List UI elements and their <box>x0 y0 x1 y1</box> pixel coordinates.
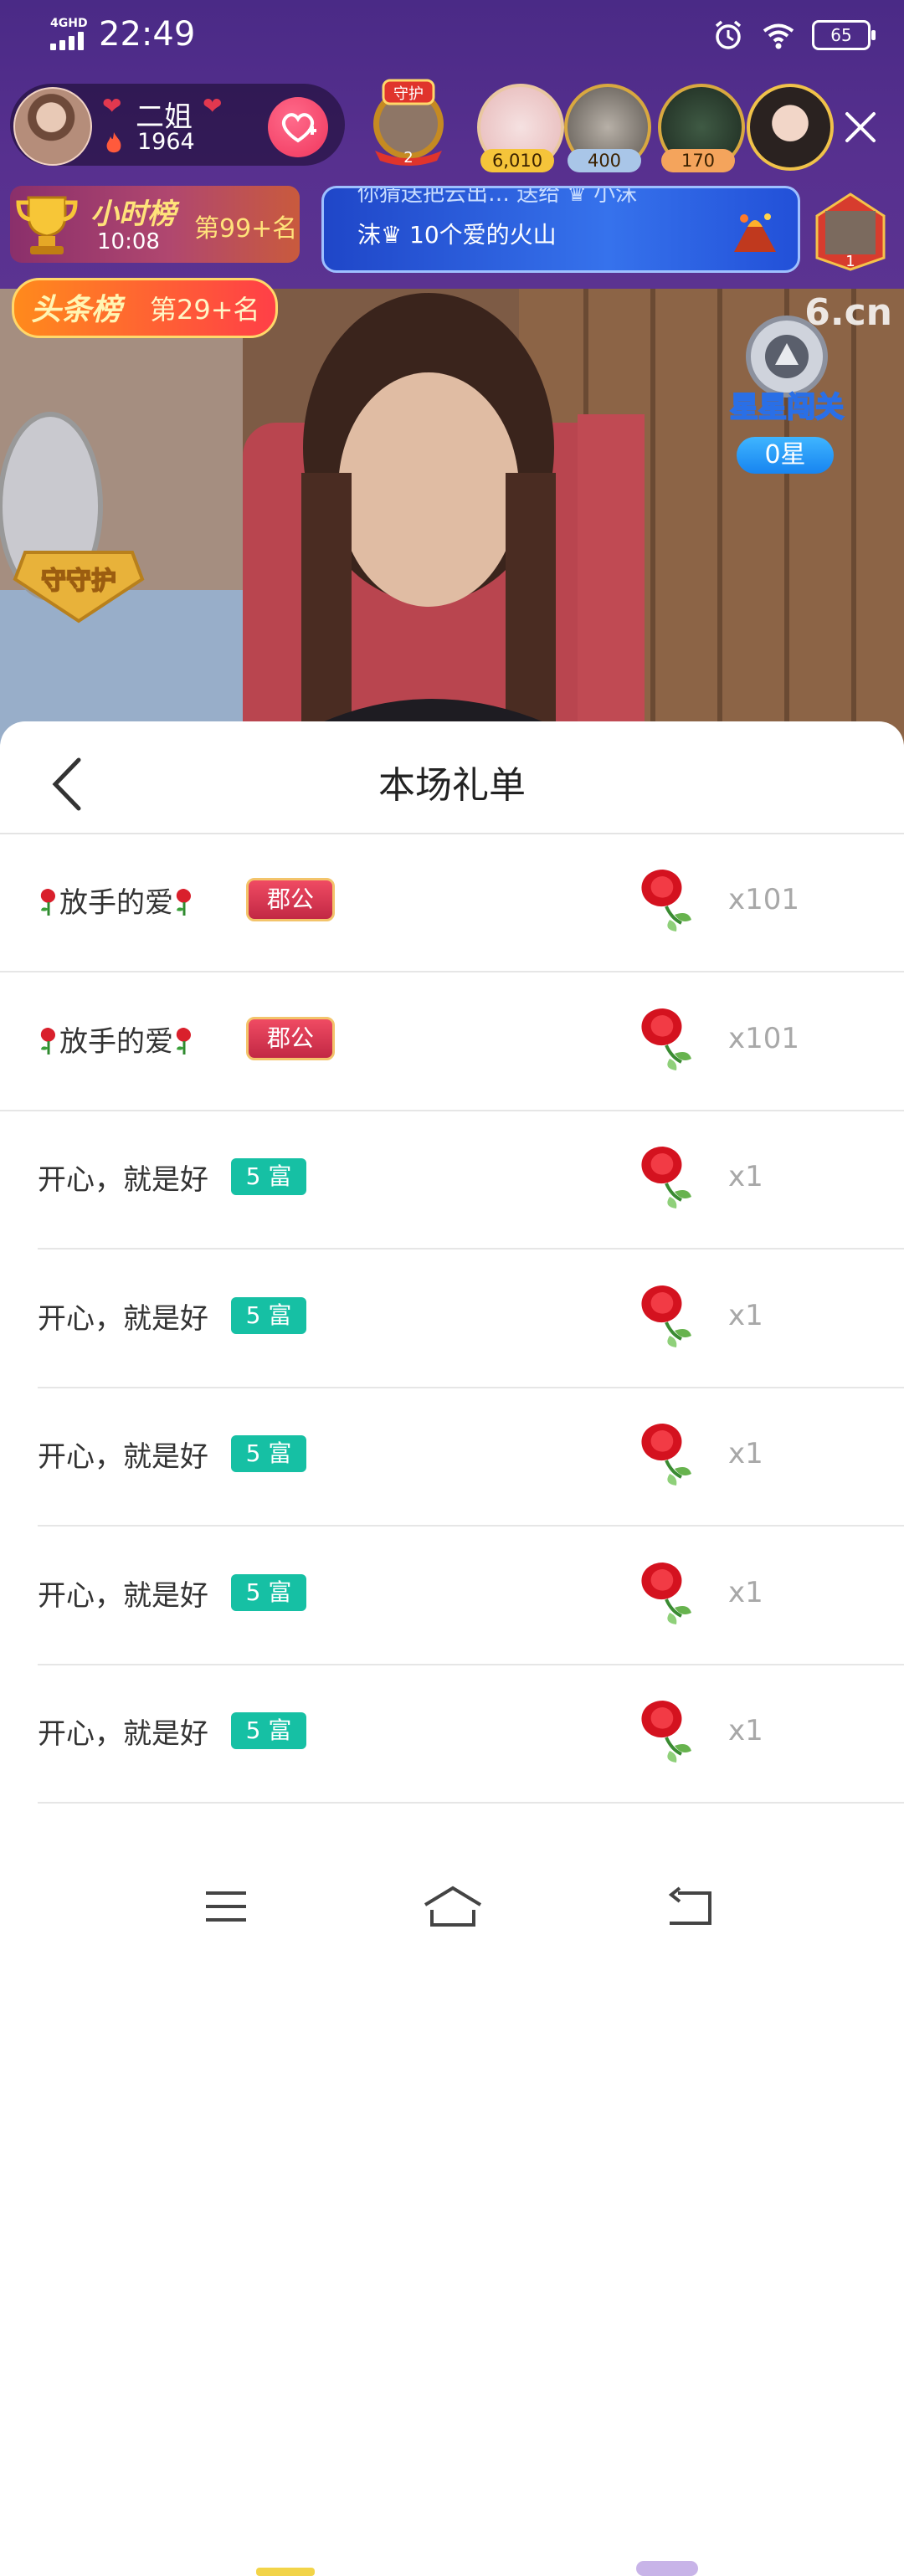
sheet-title: 本场礼单 <box>378 764 526 807</box>
rose-gift-icon <box>629 1419 696 1489</box>
close-icon[interactable] <box>835 102 886 152</box>
sender-name-text: 放手的爱 <box>59 886 173 920</box>
sender-name-text: 开心，就是好 <box>38 1301 208 1336</box>
hour-rank-time: 10:08 <box>97 229 160 254</box>
rose-gift-icon <box>629 865 696 935</box>
system-navigation-bar <box>0 1853 904 1958</box>
wealth-level-badge: 5 富 <box>231 1573 306 1611</box>
sender-name: 放手的爱 <box>38 1019 195 1060</box>
heart-deco-icon: ❤ <box>203 92 223 120</box>
trophy-icon <box>16 196 78 254</box>
rose-gift-icon <box>629 1557 696 1628</box>
heart-plus-icon <box>282 113 316 143</box>
alarm-icon <box>715 20 742 49</box>
viewer-contribution-3: 170 <box>661 149 735 172</box>
row-divider <box>38 1802 904 1804</box>
network-type: 4GHD <box>50 17 88 30</box>
gift-list-item[interactable]: 开心，就是好 5 富 x1 <box>0 1665 904 1804</box>
gift-quantity: x1 <box>728 1160 763 1193</box>
gift-quantity: x1 <box>728 1575 763 1609</box>
gift-list-item[interactable]: 开心，就是好 5 富 x1 <box>0 1111 904 1250</box>
guard-label: 守护 <box>393 85 424 103</box>
star-count: 0星 <box>737 437 834 474</box>
guard-count: 2 <box>403 149 413 167</box>
gift-list-sheet: 本场礼单 放手的爱 郡公 x101 放手的爱 郡公 x101 开心，就是好 5 富 x1 开心，就… <box>0 721 904 2576</box>
noble-rank-badge: 郡公 <box>246 878 335 921</box>
gift-list-item[interactable]: 开心，就是好 5 富 x1 <box>0 1527 904 1665</box>
viewer-contribution-1: 6,010 <box>480 149 554 172</box>
status-icons: 65 <box>711 18 876 52</box>
star-game-title: 星星闯关 <box>730 391 844 424</box>
sender-name-text: 开心，就是好 <box>38 1163 208 1197</box>
gift-list-item[interactable]: 开心，就是好 5 富 x1 <box>0 1250 904 1388</box>
wealth-level-badge: 5 富 <box>231 1296 306 1334</box>
rose-deco-icon <box>38 887 59 917</box>
hour-rank-title: 小时榜 <box>90 198 176 231</box>
wealth-level-badge: 5 富 <box>231 1712 306 1749</box>
noble-rank-badge: 郡公 <box>246 1016 335 1060</box>
headline-rank-title: 头条榜 <box>31 293 122 327</box>
gift-quantity: x101 <box>728 1021 800 1055</box>
live-room-header: 4GHD 22:49 65 ❤ ❤ 二姐 1964 守护 2 6,010 400… <box>0 0 904 289</box>
sender-name-text: 开心，就是好 <box>38 1440 208 1474</box>
hour-rank-position: 第99+名 <box>194 214 298 244</box>
rose-gift-icon <box>629 1280 696 1351</box>
sender-name: 开心，就是好 <box>38 1434 208 1475</box>
menu-icon[interactable] <box>204 1890 248 1923</box>
wealth-level-badge: 5 富 <box>231 1435 306 1472</box>
sender-name-text: 开心，就是好 <box>38 1717 208 1751</box>
follow-button[interactable] <box>268 97 328 157</box>
volcano-icon <box>734 213 776 252</box>
sender-name: 开心，就是好 <box>38 1711 208 1752</box>
viewer-contribution-2: 400 <box>568 149 641 172</box>
wifi-icon <box>763 23 794 49</box>
sender-name-text: 开心，就是好 <box>38 1578 208 1613</box>
viewer-avatar-4[interactable] <box>747 84 834 171</box>
back-icon[interactable] <box>666 1886 713 1927</box>
partial-list-item <box>0 2546 904 2576</box>
gift-quantity: x1 <box>728 1714 763 1747</box>
signal-icon <box>50 32 87 50</box>
clock-time: 22:49 <box>99 15 196 54</box>
sender-name: 放手的爱 <box>38 880 195 921</box>
gift-list-item[interactable]: 开心，就是好 5 富 x1 <box>0 1388 904 1527</box>
rose-deco-icon <box>173 1026 195 1056</box>
status-bar: 4GHD 22:49 65 <box>0 0 904 70</box>
fire-icon <box>106 132 121 153</box>
headline-rank-banner[interactable]: 头条榜 第29+名 <box>12 278 278 338</box>
rose-deco-icon <box>38 1026 59 1056</box>
battery-indicator: 65 <box>812 20 876 50</box>
sender-name: 开心，就是好 <box>38 1296 208 1337</box>
gift-broadcast-banner[interactable]: 你猜送把云出… 送给 ♛ 小沫 沫♛ 10个爱的火山 <box>321 186 800 273</box>
fire-count: 1964 <box>137 129 195 155</box>
rose-gift-icon <box>629 1003 696 1074</box>
guard-shield-badge[interactable]: 守守护 <box>8 546 149 624</box>
rose-gift-icon <box>629 1696 696 1766</box>
gift-quantity: x101 <box>728 883 800 916</box>
broadcast-line-2: 沫♛ 10个爱的火山 <box>357 221 557 249</box>
top-contributor-badge[interactable]: 1 <box>814 191 887 271</box>
wealth-level-badge: 5 富 <box>231 1158 306 1195</box>
home-icon[interactable] <box>422 1885 484 1928</box>
hour-rank-banner[interactable]: 小时榜 10:08 第99+名 <box>10 186 300 263</box>
rose-deco-icon <box>173 887 195 917</box>
streamer-avatar[interactable] <box>13 87 92 166</box>
top-contributor-count: 1 <box>845 253 855 270</box>
gift-quantity: x1 <box>728 1437 763 1470</box>
guard-badge[interactable]: 守护 2 <box>360 74 457 167</box>
broadcast-line-1: 你猜送把云出… 送给 ♛ 小沫 <box>357 186 638 207</box>
rose-gift-icon <box>629 1142 696 1212</box>
headline-rank-position: 第29+名 <box>150 294 260 326</box>
gift-list-item[interactable]: 放手的爱 郡公 x101 <box>0 973 904 1111</box>
sender-name-text: 放手的爱 <box>59 1024 173 1059</box>
heart-deco-icon: ❤ <box>102 92 122 120</box>
gift-list-item[interactable]: 放手的爱 郡公 x101 <box>0 834 904 972</box>
sender-name: 开心，就是好 <box>38 1573 208 1614</box>
guard-shield-label: 守守护 <box>41 567 116 596</box>
gift-quantity: x1 <box>728 1298 763 1332</box>
sender-name: 开心，就是好 <box>38 1157 208 1198</box>
